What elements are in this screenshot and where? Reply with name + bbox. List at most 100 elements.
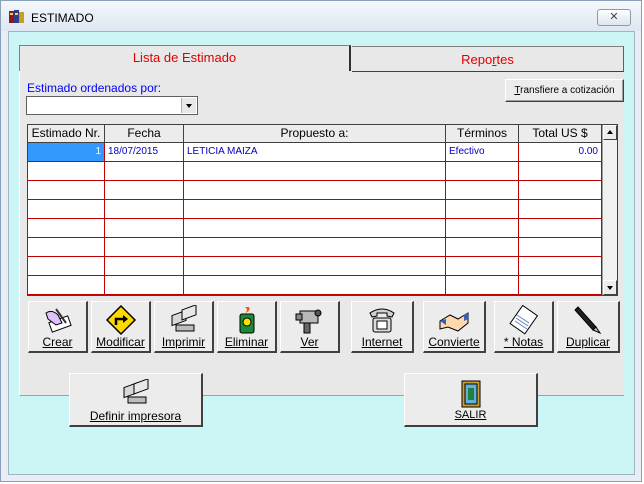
table-cell[interactable] — [184, 162, 446, 180]
table-cell[interactable] — [105, 200, 184, 218]
order-by-label: Estimado ordenados por: — [27, 81, 162, 95]
table-cell[interactable] — [28, 257, 105, 275]
window-title: ESTIMADO — [31, 11, 94, 25]
table-cell[interactable] — [184, 276, 446, 294]
ver-label: Ver — [300, 335, 319, 349]
table-row[interactable] — [28, 276, 602, 295]
table-cell[interactable]: Efectivo — [446, 143, 519, 161]
table-cell[interactable] — [446, 219, 519, 237]
estimates-table[interactable]: Estimado Nr. Fecha Propuesto a: Términos… — [27, 124, 618, 296]
convierte-button[interactable]: Convierte — [423, 301, 486, 353]
table-cell[interactable]: 18/07/2015 — [105, 143, 184, 161]
salir-button[interactable]: SALIR — [404, 373, 538, 427]
modificar-button[interactable]: Modificar — [91, 301, 151, 353]
imprimir-label: Imprimir — [161, 335, 206, 349]
internet-button[interactable]: Internet — [351, 301, 414, 353]
imprimir-button[interactable]: Imprimir — [154, 301, 214, 353]
table-row[interactable] — [28, 181, 602, 200]
table-cell[interactable] — [28, 181, 105, 199]
table-row[interactable] — [28, 257, 602, 276]
table-cell[interactable] — [105, 181, 184, 199]
notepad-icon — [508, 305, 538, 335]
trash-can-icon — [239, 307, 254, 334]
estimado-window: ESTIMADO ✕ Lista de Estimado Reportes Es… — [0, 0, 642, 482]
table-cell[interactable] — [519, 162, 602, 180]
col-header-total[interactable]: Total US $ — [519, 125, 602, 142]
title-bar: ESTIMADO ✕ — [1, 1, 641, 31]
table-row[interactable] — [28, 238, 602, 257]
internet-label: Internet — [361, 335, 403, 349]
table-cell[interactable] — [105, 219, 184, 237]
notas-button[interactable]: * Notas — [494, 301, 554, 353]
table-cell[interactable] — [28, 238, 105, 256]
tab-reportes[interactable]: Reportes — [352, 46, 624, 72]
table-cell[interactable] — [519, 276, 602, 294]
eliminar-button[interactable]: Eliminar — [217, 301, 277, 353]
table-cell[interactable] — [519, 200, 602, 218]
convierte-label: Convierte — [428, 335, 480, 349]
tab-lista-de-estimado[interactable]: Lista de Estimado — [19, 45, 351, 71]
table-cell[interactable] — [519, 181, 602, 199]
duplicar-label: Duplicar — [565, 335, 610, 349]
salir-label: SALIR — [454, 409, 487, 421]
col-header-propuesto[interactable]: Propuesto a: — [184, 125, 446, 142]
table-cell[interactable] — [446, 162, 519, 180]
table-row[interactable]: 1 18/07/2015 LETICIA MAIZA Efectivo 0.00 — [28, 143, 602, 162]
table-cell[interactable] — [184, 219, 446, 237]
crear-button[interactable]: Crear — [28, 301, 88, 353]
camera-icon — [295, 309, 321, 334]
order-by-select[interactable] — [26, 96, 198, 115]
table-cell[interactable] — [519, 257, 602, 275]
table-cell[interactable] — [105, 162, 184, 180]
close-button[interactable]: ✕ — [597, 9, 631, 26]
table-cell[interactable] — [28, 162, 105, 180]
definir-impresora-label: Definir impresora — [89, 409, 182, 423]
table-cell[interactable]: 0.00 — [519, 143, 602, 161]
table-cell[interactable] — [446, 181, 519, 199]
table-cell[interactable] — [184, 238, 446, 256]
table-cell[interactable] — [105, 276, 184, 294]
pen-icon — [574, 306, 602, 335]
app-icon — [9, 10, 24, 23]
ver-button[interactable]: Ver — [280, 301, 340, 353]
scroll-down-icon[interactable] — [603, 280, 617, 295]
client-area: Lista de Estimado Reportes Estimado orde… — [8, 31, 635, 475]
table-row[interactable] — [28, 162, 602, 181]
table-cell[interactable] — [446, 257, 519, 275]
table-cell[interactable] — [519, 219, 602, 237]
scroll-up-icon[interactable] — [603, 125, 617, 140]
handshake-icon — [439, 312, 469, 332]
table-cell[interactable] — [184, 200, 446, 218]
table-cell[interactable] — [28, 200, 105, 218]
telephone-icon — [369, 308, 395, 333]
table-cell[interactable] — [105, 238, 184, 256]
table-cell[interactable] — [184, 257, 446, 275]
transfer-to-quote-button[interactable]: Transfiere a cotización — [505, 79, 624, 102]
table-cell[interactable] — [105, 257, 184, 275]
table-row[interactable] — [28, 219, 602, 238]
col-header-terminos[interactable]: Términos — [446, 125, 519, 142]
table-cell[interactable] — [446, 276, 519, 294]
eliminar-label: Eliminar — [224, 335, 269, 349]
printer-icon — [171, 305, 196, 332]
table-row[interactable] — [28, 200, 602, 219]
table-header: Estimado Nr. Fecha Propuesto a: Términos… — [28, 125, 602, 143]
table-cell[interactable] — [184, 181, 446, 199]
table-cell[interactable] — [446, 200, 519, 218]
col-header-estimado[interactable]: Estimado Nr. — [28, 125, 105, 142]
table-cell[interactable] — [28, 219, 105, 237]
definir-impresora-button[interactable]: Definir impresora — [69, 373, 203, 427]
modify-sign-icon — [105, 305, 136, 335]
exit-door-icon — [461, 380, 480, 408]
chevron-down-icon[interactable] — [181, 98, 196, 113]
crear-label: Crear — [42, 335, 73, 349]
table-cell[interactable] — [28, 276, 105, 294]
duplicar-button[interactable]: Duplicar — [557, 301, 620, 353]
table-cell[interactable]: LETICIA MAIZA — [184, 143, 446, 161]
col-header-fecha[interactable]: Fecha — [105, 125, 184, 142]
vertical-scrollbar[interactable] — [602, 125, 617, 295]
printer-setup-icon — [123, 379, 148, 404]
table-cell[interactable] — [446, 238, 519, 256]
table-cell[interactable] — [519, 238, 602, 256]
table-cell[interactable]: 1 — [28, 143, 105, 161]
